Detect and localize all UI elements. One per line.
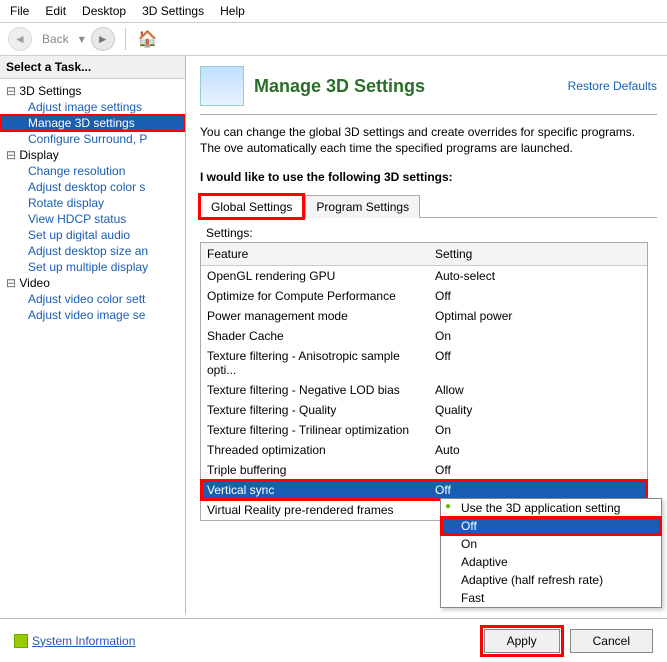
menubar: File Edit Desktop 3D Settings Help — [0, 0, 667, 23]
col-setting[interactable]: Setting — [429, 243, 647, 265]
sidebar-item-resolution[interactable]: Change resolution — [0, 163, 185, 179]
opt-use-app[interactable]: Use the 3D application setting — [441, 499, 661, 517]
cancel-button[interactable]: Cancel — [570, 629, 653, 653]
cell-feature: Texture filtering - Trilinear optimizati… — [201, 420, 429, 440]
menu-desktop[interactable]: Desktop — [82, 4, 126, 18]
table-row[interactable]: Threaded optimizationAuto — [201, 440, 647, 460]
page-description: You can change the global 3D settings an… — [200, 125, 657, 156]
settings-table: Feature Setting OpenGL rendering GPUAuto… — [200, 242, 648, 521]
cell-feature: Vertical sync — [201, 480, 429, 500]
table-row[interactable]: Texture filtering - Anisotropic sample o… — [201, 346, 647, 380]
sidebar-item-manage-3d[interactable]: Manage 3D settings — [0, 115, 185, 131]
cell-feature: Threaded optimization — [201, 440, 429, 460]
table-row[interactable]: Shader CacheOn — [201, 326, 647, 346]
sysinfo-label: System Information — [32, 634, 135, 648]
info-icon — [14, 634, 28, 648]
settings-label: Settings: — [206, 226, 657, 240]
forward-button[interactable]: ► — [91, 27, 115, 51]
vertical-sync-dropdown[interactable]: Use the 3D application setting Off On Ad… — [440, 498, 662, 608]
back-dropdown-icon[interactable]: ▾ — [79, 32, 85, 46]
task-tree: 3D Settings Adjust image settings Manage… — [0, 79, 185, 614]
sidebar-item-desktop-size[interactable]: Adjust desktop size an — [0, 243, 185, 259]
cell-setting: Auto — [429, 440, 647, 460]
sidebar-item-rotate[interactable]: Rotate display — [0, 195, 185, 211]
cell-setting: Optimal power — [429, 306, 647, 326]
tree-group-3d[interactable]: 3D Settings — [0, 83, 185, 99]
sidebar-item-hdcp[interactable]: View HDCP status — [0, 211, 185, 227]
sidebar-item-multi-display[interactable]: Set up multiple display — [0, 259, 185, 275]
menu-help[interactable]: Help — [220, 4, 245, 18]
cell-feature: Shader Cache — [201, 326, 429, 346]
restore-defaults-link[interactable]: Restore Defaults — [568, 79, 657, 93]
sidebar-item-audio[interactable]: Set up digital audio — [0, 227, 185, 243]
sidebar-item-surround[interactable]: Configure Surround, P — [0, 131, 185, 147]
cell-setting: Off — [429, 460, 647, 480]
col-feature[interactable]: Feature — [201, 243, 429, 265]
opt-adaptive[interactable]: Adaptive — [441, 553, 661, 571]
opt-off[interactable]: Off — [441, 517, 661, 535]
menu-3d-settings[interactable]: 3D Settings — [142, 4, 204, 18]
cell-feature: Texture filtering - Anisotropic sample o… — [201, 346, 429, 380]
cell-setting: Off — [429, 346, 647, 380]
tab-global[interactable]: Global Settings — [200, 195, 303, 218]
table-row[interactable]: Texture filtering - Negative LOD biasAll… — [201, 380, 647, 400]
opt-adaptive-half[interactable]: Adaptive (half refresh rate) — [441, 571, 661, 589]
cell-setting: Auto-select — [429, 266, 647, 286]
page-title: Manage 3D Settings — [254, 76, 558, 97]
cell-setting: On — [429, 420, 647, 440]
cell-feature: Virtual Reality pre-rendered frames — [201, 500, 429, 520]
tree-group-display[interactable]: Display — [0, 147, 185, 163]
back-button[interactable]: ◄ — [8, 27, 32, 51]
opt-fast[interactable]: Fast — [441, 589, 661, 607]
system-information-link[interactable]: System Information — [14, 634, 135, 648]
cell-setting: Off — [429, 286, 647, 306]
cell-feature: Power management mode — [201, 306, 429, 326]
cell-feature: Optimize for Compute Performance — [201, 286, 429, 306]
back-label: Back — [42, 32, 69, 46]
tab-program[interactable]: Program Settings — [305, 195, 420, 218]
cell-feature: OpenGL rendering GPU — [201, 266, 429, 286]
sidebar: Select a Task... 3D Settings Adjust imag… — [0, 56, 186, 614]
cell-setting: Allow — [429, 380, 647, 400]
cell-setting: On — [429, 326, 647, 346]
settings-subhead: I would like to use the following 3D set… — [200, 170, 657, 184]
cell-feature: Triple buffering — [201, 460, 429, 480]
opt-on[interactable]: On — [441, 535, 661, 553]
sidebar-title: Select a Task... — [0, 56, 185, 79]
cell-setting: Quality — [429, 400, 647, 420]
table-header: Feature Setting — [201, 243, 647, 266]
cell-feature: Texture filtering - Negative LOD bias — [201, 380, 429, 400]
sidebar-item-video-color[interactable]: Adjust video color sett — [0, 291, 185, 307]
table-row[interactable]: OpenGL rendering GPUAuto-select — [201, 266, 647, 286]
menu-edit[interactable]: Edit — [45, 4, 66, 18]
page-icon — [200, 66, 244, 106]
tabs: Global Settings Program Settings — [200, 194, 657, 218]
sidebar-item-adjust-image[interactable]: Adjust image settings — [0, 99, 185, 115]
table-row[interactable]: Triple bufferingOff — [201, 460, 647, 480]
apply-button[interactable]: Apply — [484, 629, 560, 653]
home-icon[interactable]: 🏠 — [136, 27, 160, 51]
sidebar-item-video-image[interactable]: Adjust video image se — [0, 307, 185, 323]
footer: System Information Apply Cancel — [0, 618, 667, 662]
tree-group-video[interactable]: Video — [0, 275, 185, 291]
table-row[interactable]: Texture filtering - QualityQuality — [201, 400, 647, 420]
table-row[interactable]: Power management modeOptimal power — [201, 306, 647, 326]
sidebar-item-desktop-color[interactable]: Adjust desktop color s — [0, 179, 185, 195]
separator — [125, 28, 126, 50]
cell-feature: Texture filtering - Quality — [201, 400, 429, 420]
menu-file[interactable]: File — [10, 4, 29, 18]
toolbar: ◄ Back ▾ ► 🏠 — [0, 23, 667, 56]
table-row[interactable]: Texture filtering - Trilinear optimizati… — [201, 420, 647, 440]
table-row[interactable]: Optimize for Compute PerformanceOff — [201, 286, 647, 306]
